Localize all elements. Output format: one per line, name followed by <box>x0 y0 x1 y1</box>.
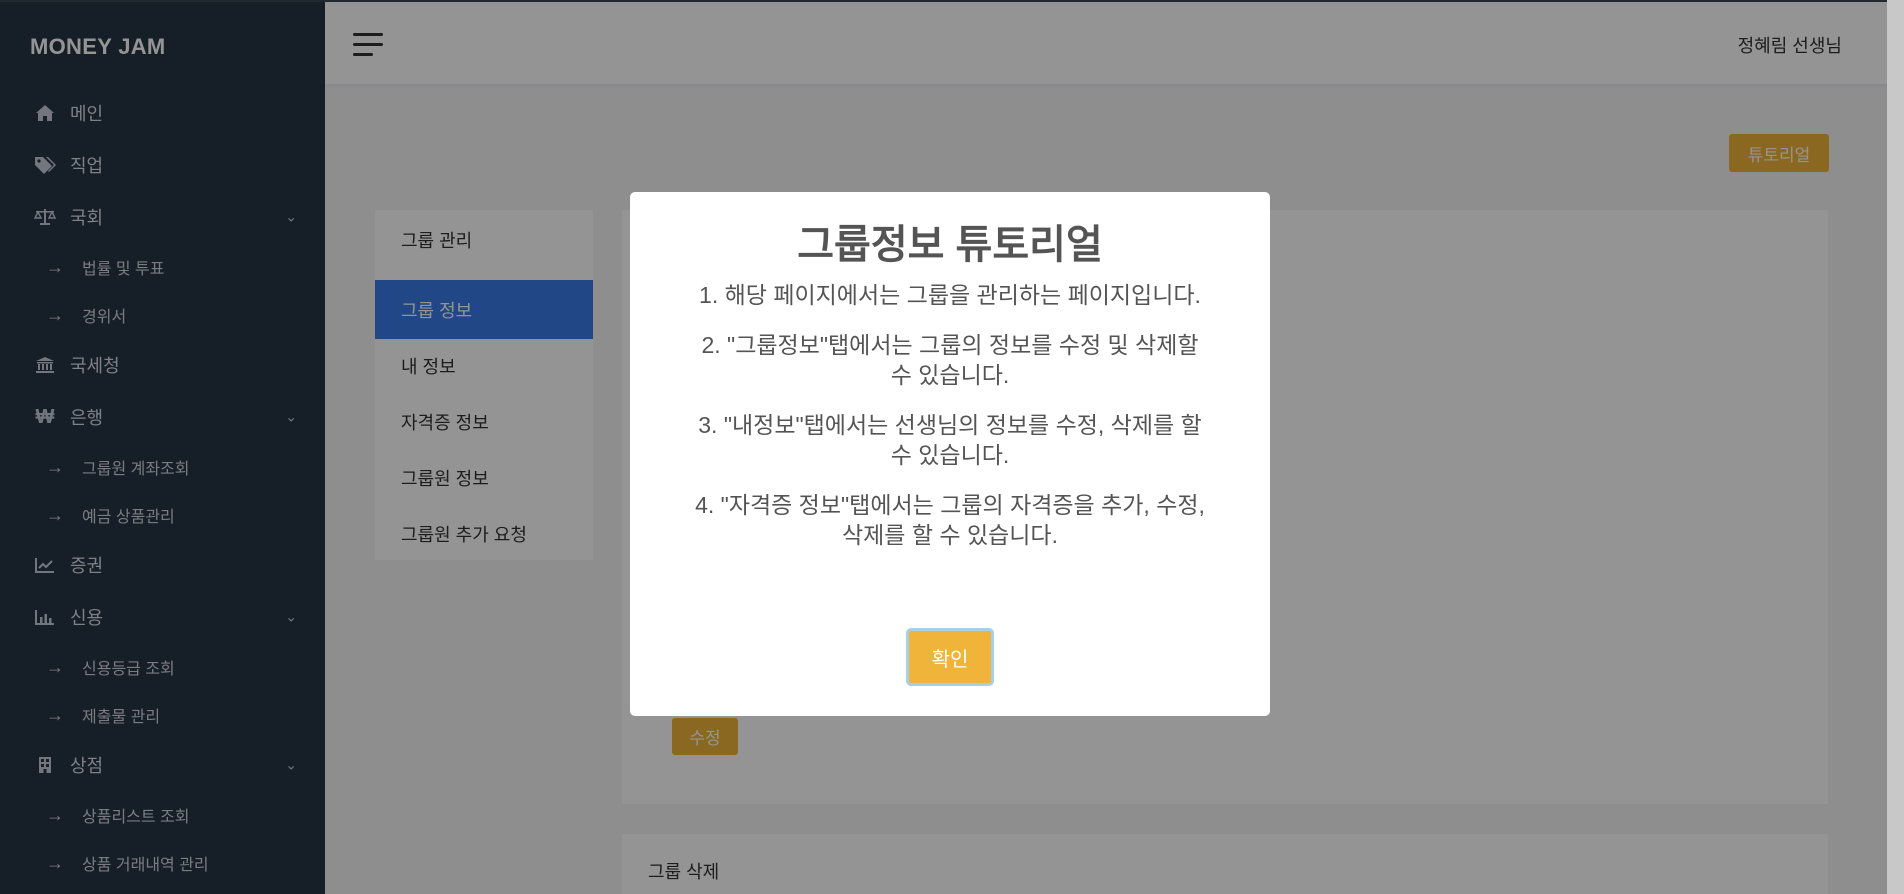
instruction-item: 1. 해당 페이지에서는 그룹을 관리하는 페이지입니다. <box>699 282 1201 308</box>
modal-title: 그룹정보 튜토리얼 <box>797 223 1103 267</box>
confirm-button[interactable]: 확인 <box>906 628 994 686</box>
instruction-item: 2. "그룹정보"탭에서는 그룹의 정보를 수정 및 삭제할 수 있습니다. <box>701 332 1199 388</box>
instruction-item: 3. "내정보"탭에서는 선생님의 정보를 수정, 삭제를 할 수 있습니다. <box>698 412 1202 468</box>
instruction-item: 4. "자격증 정보"탭에서는 그룹의 자격증을 추가, 수정, 삭제를 할 수… <box>695 492 1205 548</box>
tutorial-modal: 그룹정보 튜토리얼 1. 해당 페이지에서는 그룹을 관리하는 페이지입니다. … <box>630 192 1270 716</box>
modal-instructions: 1. 해당 페이지에서는 그룹을 관리하는 페이지입니다. 2. "그룹정보"탭… <box>690 280 1210 570</box>
page-scrollbar[interactable] <box>1887 0 1904 894</box>
